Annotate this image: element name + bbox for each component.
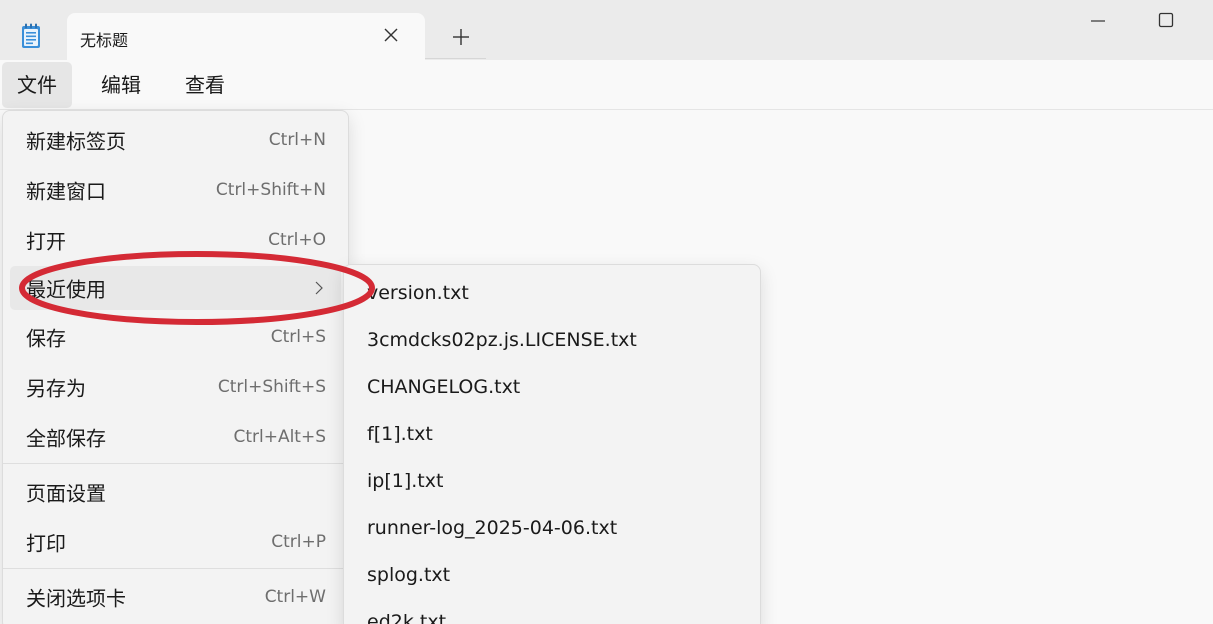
menu-item-label: 另存为 <box>26 376 86 401</box>
document-tab[interactable]: 无标题 <box>67 13 425 60</box>
menu-item-shortcut: Ctrl+W <box>264 587 326 607</box>
menu-item-new-tab[interactable]: 新建标签页 Ctrl+N <box>3 118 348 162</box>
recent-file-name: splog.txt <box>367 564 451 586</box>
chevron-right-icon <box>315 281 323 295</box>
recent-file-item[interactable]: f[1].txt <box>344 412 760 456</box>
menu-item-save[interactable]: 保存 Ctrl+S <box>3 315 348 359</box>
menu-item-label: 最近使用 <box>26 277 106 302</box>
menu-edit[interactable]: 编辑 <box>86 62 156 108</box>
menu-item-shortcut: Ctrl+Alt+S <box>233 427 326 447</box>
menu-separator <box>3 463 348 464</box>
menu-item-save-as[interactable]: 另存为 Ctrl+Shift+S <box>3 365 348 409</box>
menu-item-shortcut: Ctrl+Shift+S <box>217 377 326 397</box>
menu-item-recent[interactable]: 最近使用 <box>10 266 341 310</box>
recent-file-name: runner-log_2025-04-06.txt <box>367 517 618 539</box>
menu-item-label: 关闭选项卡 <box>26 586 126 611</box>
menu-item-label: 新建标签页 <box>26 129 126 154</box>
menu-item-open[interactable]: 打开 Ctrl+O <box>3 218 348 262</box>
menu-item-save-all[interactable]: 全部保存 Ctrl+Alt+S <box>3 415 348 459</box>
notepad-app-icon <box>22 23 40 48</box>
recent-file-item[interactable]: runner-log_2025-04-06.txt <box>344 506 760 550</box>
menu-item-label: 打开 <box>26 229 66 254</box>
menu-item-shortcut: Ctrl+P <box>271 532 326 552</box>
tab-strip-divider <box>425 58 486 59</box>
menu-bar: 文件 编辑 查看 <box>0 60 1213 110</box>
menu-item-shortcut: Ctrl+S <box>270 327 326 347</box>
menu-file[interactable]: 文件 <box>2 62 72 108</box>
recent-file-item[interactable]: CHANGELOG.txt <box>344 365 760 409</box>
menu-item-shortcut: Ctrl+N <box>268 130 326 150</box>
file-menu: 新建标签页 Ctrl+N 新建窗口 Ctrl+Shift+N 打开 Ctrl+O… <box>2 110 349 624</box>
menu-item-label: 新建窗口 <box>26 179 106 204</box>
recent-file-name: 3cmdcks02pz.js.LICENSE.txt <box>367 329 637 351</box>
recent-file-name: ip[1].txt <box>367 470 444 492</box>
recent-file-name: f[1].txt <box>367 423 433 445</box>
menu-item-label: 页面设置 <box>26 481 106 506</box>
menu-separator <box>3 568 348 569</box>
menu-item-new-window[interactable]: 新建窗口 Ctrl+Shift+N <box>3 168 348 212</box>
recent-file-item[interactable]: version.txt <box>344 271 760 315</box>
minimize-icon[interactable] <box>1089 12 1107 30</box>
menu-item-label: 全部保存 <box>26 426 106 451</box>
menu-view[interactable]: 查看 <box>170 62 240 108</box>
menu-item-shortcut: Ctrl+O <box>268 230 326 250</box>
menu-item-label: 打印 <box>26 531 66 556</box>
menu-item-close-tab[interactable]: 关闭选项卡 Ctrl+W <box>3 575 348 619</box>
menu-item-print[interactable]: 打印 Ctrl+P <box>3 520 348 564</box>
close-icon[interactable] <box>381 25 401 45</box>
tab-title: 无标题 <box>80 31 129 50</box>
plus-icon[interactable] <box>450 26 472 48</box>
recent-file-item[interactable]: splog.txt <box>344 553 760 597</box>
recent-file-name: ed2k.txt <box>367 611 447 624</box>
recent-file-item[interactable]: ed2k.txt <box>344 600 760 624</box>
title-bar: 无标题 <box>0 0 1213 60</box>
maximize-icon[interactable] <box>1157 11 1175 29</box>
menu-item-page-setup[interactable]: 页面设置 <box>3 470 348 514</box>
menu-item-shortcut: Ctrl+Shift+N <box>215 180 326 200</box>
recent-file-name: version.txt <box>367 282 469 304</box>
recent-files-submenu: version.txt 3cmdcks02pz.js.LICENSE.txt C… <box>343 264 761 624</box>
recent-file-item[interactable]: ip[1].txt <box>344 459 760 503</box>
recent-file-name: CHANGELOG.txt <box>367 376 521 398</box>
recent-file-item[interactable]: 3cmdcks02pz.js.LICENSE.txt <box>344 318 760 362</box>
menu-item-label: 保存 <box>26 326 66 351</box>
